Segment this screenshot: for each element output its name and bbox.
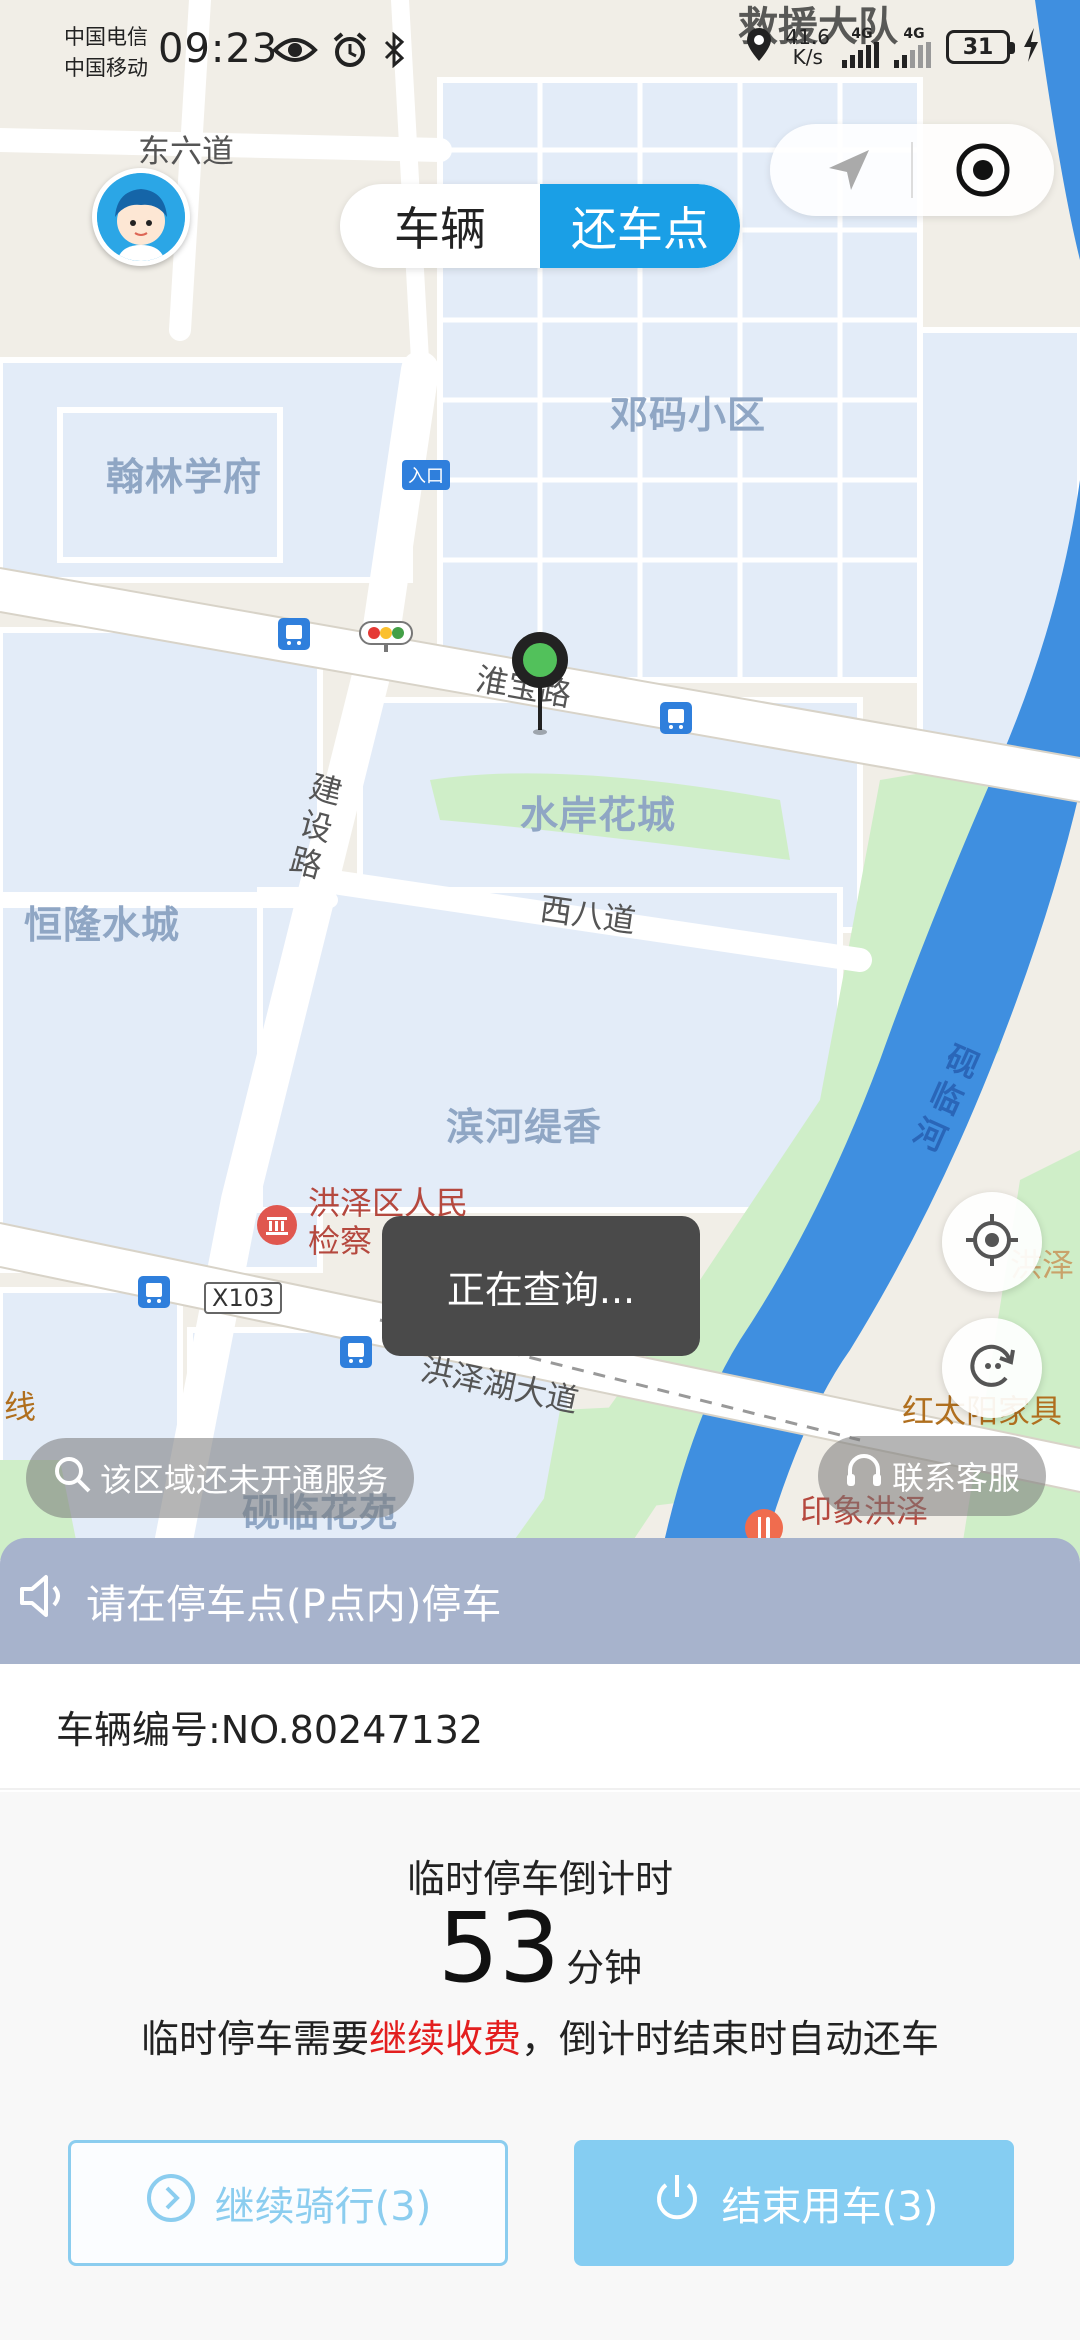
customer-service-label: 联系客服 (892, 1459, 1021, 1497)
signal-1: 4G (842, 26, 882, 68)
speed-unit: K/s (792, 45, 823, 69)
battery-indicator: 31 (946, 30, 1015, 64)
countdown-panel: 临时停车倒计时 53 分钟 临时停车需要继续收费，倒计时结束时自动还车 继续骑行… (0, 1792, 1080, 2340)
parking-notice-text: 请在停车点(P点内)停车 (86, 1582, 502, 1628)
bluetooth-icon (382, 31, 406, 72)
network-speed: 41.6 K/s (785, 27, 830, 67)
eye-icon (272, 35, 318, 69)
navigation-arrow-icon[interactable] (825, 146, 873, 198)
headset-icon (844, 1452, 884, 1500)
alarm-icon (332, 32, 368, 72)
signal-bars-icon (842, 42, 879, 68)
loading-toast: 正在查询... (382, 1216, 700, 1356)
vehicle-number-row: 车辆编号:NO.80247132 (0, 1664, 1080, 1790)
speed-value: 41.6 (785, 25, 830, 49)
status-icons-left (272, 31, 406, 72)
locate-me-button[interactable] (942, 1192, 1042, 1292)
end-ride-label: 结束用车(3) (721, 2184, 939, 2230)
map-label-area: 水岸花城 (520, 793, 677, 837)
countdown-minutes: 53 (437, 1892, 561, 2004)
search-icon (52, 1454, 92, 1502)
app-root: 东六道 邓码小区 翰林学府 淮宝路 水岸花城 建设路 西八道 恒隆水城 滨河缇香… (0, 0, 1080, 2340)
map-label-area: 翰林学府 (106, 455, 263, 499)
map-label-area: 滨河缇香 (446, 1105, 603, 1149)
service-area-button[interactable]: 该区域还未开通服务 (26, 1438, 415, 1518)
customer-service-button[interactable]: 联系客服 (818, 1436, 1047, 1516)
charging-icon (1022, 28, 1040, 66)
note-text-end: ，倒计时结束时自动还车 (521, 2017, 940, 2061)
tab-vehicle[interactable]: 车辆 (340, 184, 540, 268)
network-type-1: 4G (851, 26, 873, 42)
parking-notice-bar: 请在停车点(P点内)停车 (0, 1538, 1080, 1664)
target-icon[interactable] (955, 142, 1011, 202)
refresh-button[interactable] (942, 1318, 1042, 1418)
map-label-area: 邓码小区 (610, 393, 767, 437)
entrance-badge: 入口 (402, 460, 450, 490)
vehicle-number: 车辆编号:NO.80247132 (56, 1707, 484, 1752)
network-type-2: 4G (903, 26, 925, 42)
user-avatar[interactable] (92, 168, 190, 266)
carrier-2: 中国移动 (64, 56, 148, 80)
map-top-controls (770, 124, 1054, 216)
status-icons-right: 41.6 K/s 4G 4G 31 (745, 26, 1040, 68)
continue-riding-label: 继续骑行(3) (214, 2184, 432, 2230)
power-icon (650, 2171, 704, 2235)
countdown-unit: 分钟 (566, 1946, 643, 1990)
status-bar: 中国电信 中国移动 09:23 救援大队 41.6 K/s 4G 4G 31 (0, 0, 1080, 110)
note-highlight: 继续收费 (368, 2017, 521, 2061)
carrier-names: 中国电信 中国移动 (64, 22, 148, 84)
road-badge-x103: X103 (204, 1282, 283, 1314)
view-toggle[interactable]: 车辆 还车点 (340, 184, 740, 268)
map-label-road: 东六道 (138, 132, 235, 170)
refresh-icon (964, 1338, 1020, 1398)
chevron-right-circle-icon (145, 2172, 197, 2234)
signal-2: 4G (894, 26, 934, 68)
tab-return-point[interactable]: 还车点 (540, 184, 740, 268)
location-icon (745, 27, 773, 67)
continue-riding-button[interactable]: 继续骑行(3) (68, 2140, 508, 2266)
location-pin-icon[interactable] (510, 630, 570, 740)
crosshair-icon (964, 1212, 1020, 1272)
countdown-note: 临时停车需要继续收费，倒计时结束时自动还车 (0, 2008, 1080, 2063)
end-ride-button[interactable]: 结束用车(3) (574, 2140, 1014, 2266)
speaker-icon (18, 1572, 70, 1630)
countdown-value: 53 分钟 (0, 1898, 1080, 1998)
divider (911, 142, 913, 198)
service-area-label: 该区域还未开通服务 (100, 1461, 389, 1499)
signal-bars-icon (894, 42, 931, 68)
carrier-1: 中国电信 (64, 25, 148, 49)
map-label-area: 恒隆水城 (24, 903, 181, 947)
clock: 09:23 (158, 26, 279, 72)
note-text: 临时停车需要 (140, 2017, 369, 2061)
map-label-road: 线 (4, 1388, 37, 1426)
